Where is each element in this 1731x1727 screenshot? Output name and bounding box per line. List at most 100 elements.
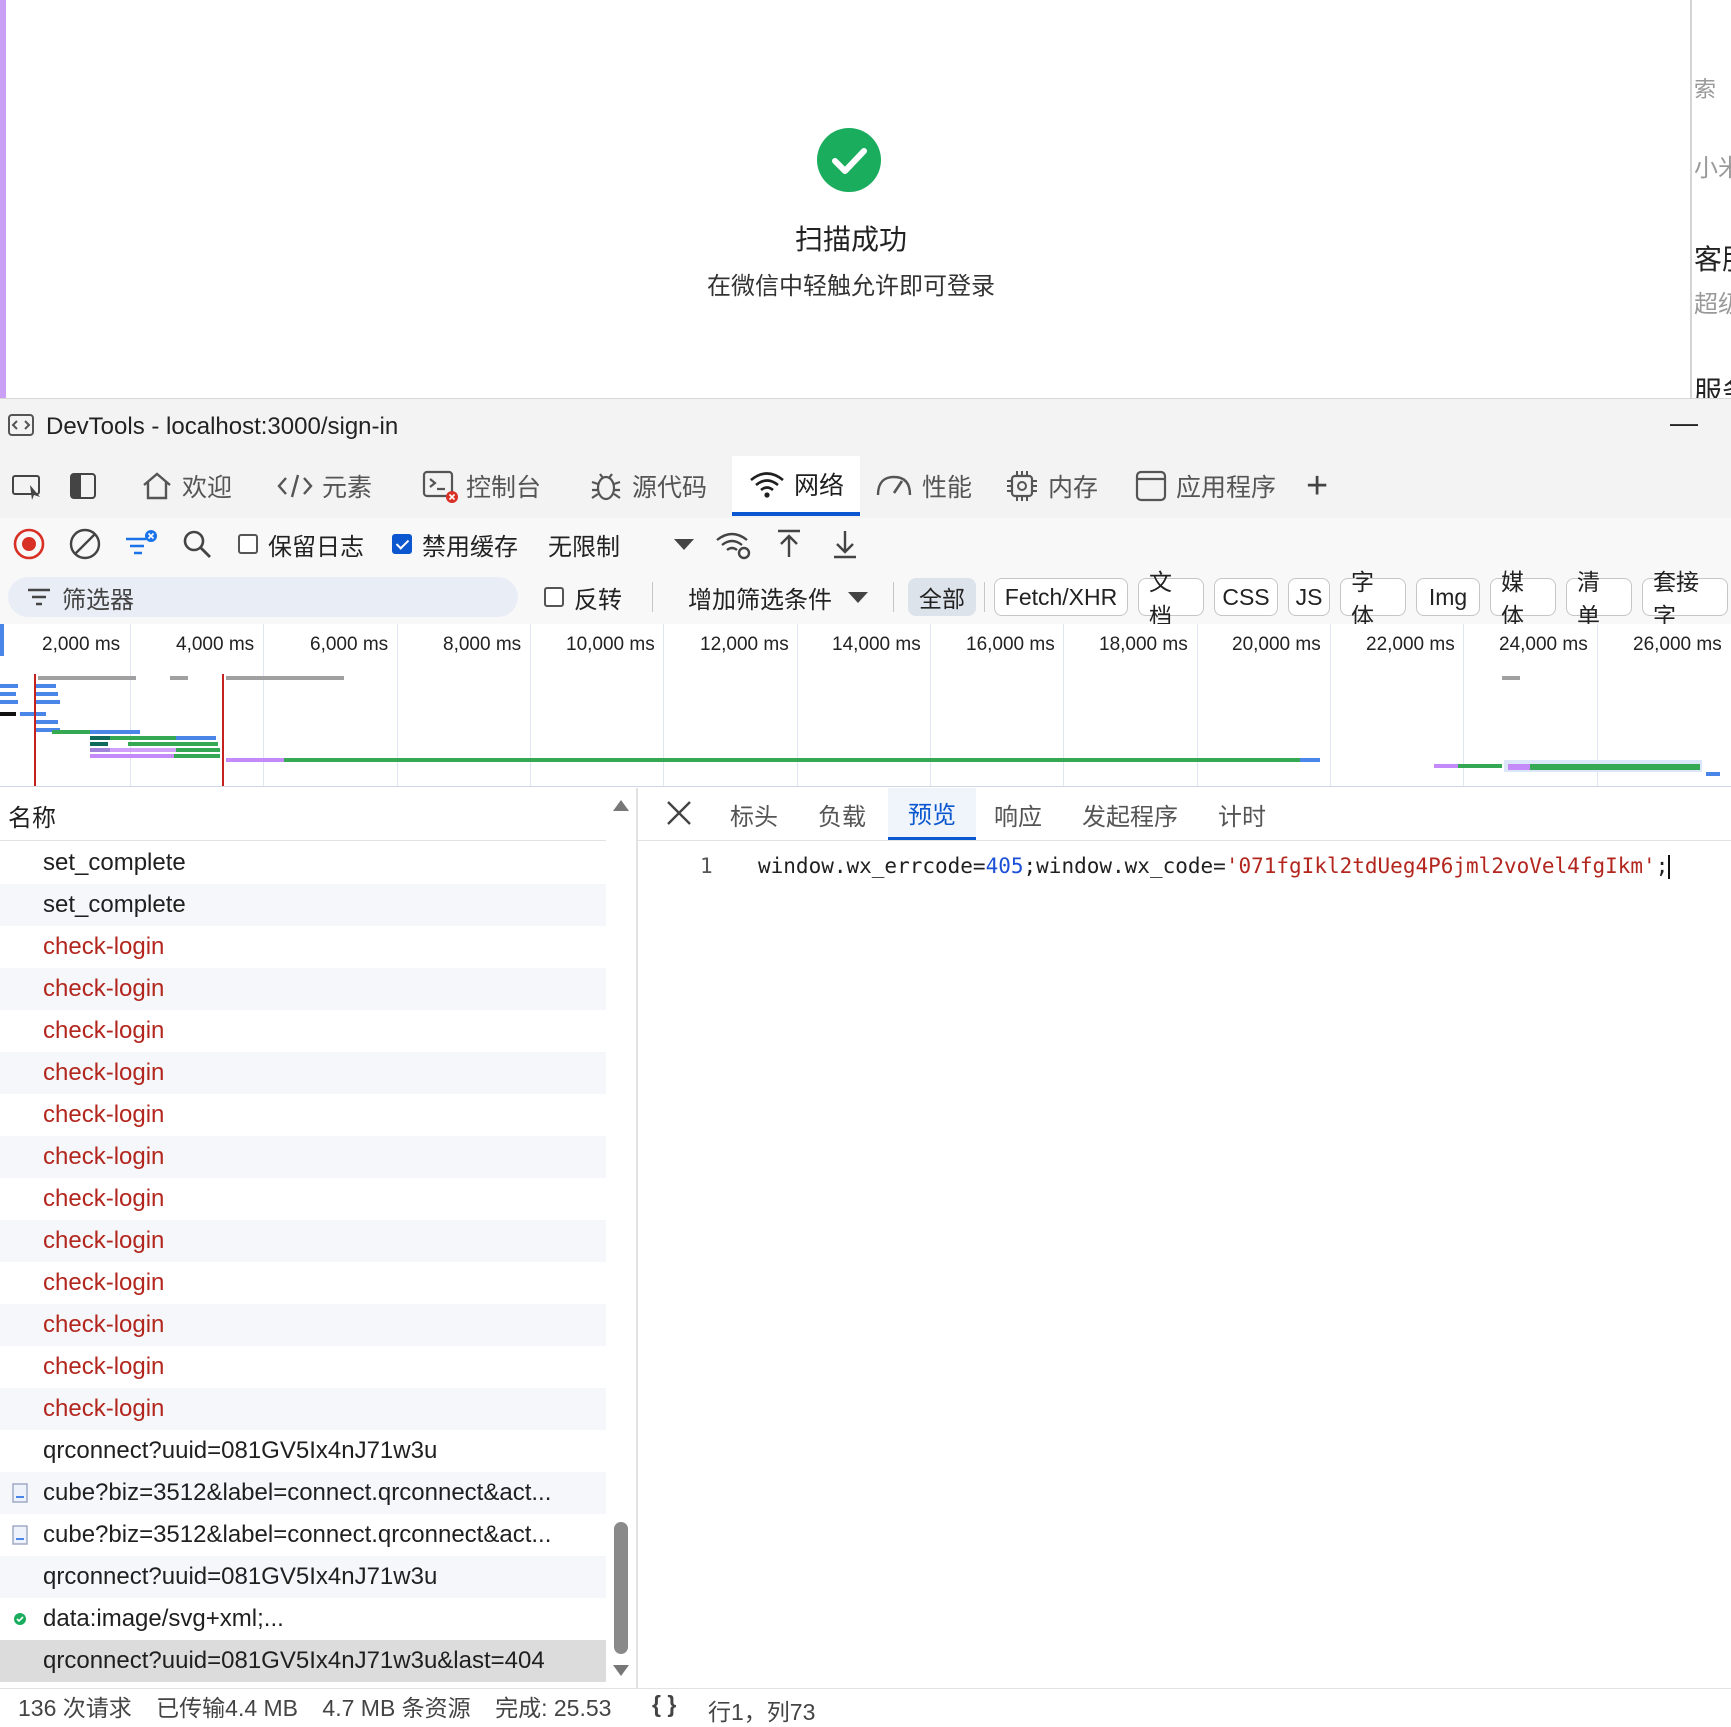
device-toolbar-icon[interactable] (68, 456, 106, 516)
tab-label: 控制台 (466, 474, 542, 502)
close-icon[interactable] (664, 798, 694, 833)
scrollbar-thumb[interactable] (614, 1522, 628, 1654)
tab-headers[interactable]: 标头 (730, 788, 778, 840)
timeline-handle[interactable] (0, 624, 4, 656)
text-cursor (1668, 855, 1671, 879)
invert-checkbox[interactable]: 反转 (544, 570, 622, 624)
detail-tabbar: 标头 负载 预览 响应 发起程序 计时 (638, 788, 1731, 841)
request-count: 136 次请求 (18, 1695, 132, 1721)
request-row[interactable]: check-login (0, 1220, 606, 1262)
web-page: 扫描成功 在微信中轻触允许即可登录 (0, 0, 1690, 398)
request-row[interactable]: check-login (0, 1052, 606, 1094)
request-row[interactable]: check-login (0, 1346, 606, 1388)
chip-fetch-xhr[interactable]: Fetch/XHR (994, 578, 1128, 616)
request-row[interactable]: data:image/svg+xml;... (0, 1598, 606, 1640)
timeline-tick-label: 26,000 ms (1633, 634, 1722, 655)
resource-size: 4.7 MB 条资源 (322, 1695, 471, 1721)
code-token: 405 (985, 854, 1024, 878)
chip-font[interactable]: 字体 (1340, 569, 1406, 629)
pretty-print-button[interactable]: { } (652, 1691, 676, 1718)
checkbox-box (392, 534, 412, 554)
clear-icon[interactable] (68, 518, 102, 570)
request-row[interactable]: check-login (0, 1388, 606, 1430)
tab-memory[interactable]: 内存 (1004, 456, 1098, 516)
line-number: 1 (700, 854, 713, 878)
tab-label: 源代码 (632, 474, 708, 502)
tab-preview[interactable]: 预览 (888, 788, 976, 840)
request-row[interactable]: set_complete (0, 842, 606, 884)
request-row[interactable]: check-login (0, 1304, 606, 1346)
throttle-select[interactable]: 无限制 (548, 518, 700, 570)
transferred-size: 已传输4.4 MB (156, 1695, 299, 1721)
more-tabs-button[interactable]: + (1306, 456, 1328, 516)
filter-input[interactable]: 筛选器 (8, 577, 518, 617)
file-icon (12, 1525, 28, 1545)
tab-timing[interactable]: 计时 (1218, 788, 1266, 840)
timeline-tick-label: 4,000 ms (176, 634, 255, 655)
request-name: check-login (43, 1059, 165, 1086)
request-row[interactable]: cube?biz=3512&label=connect.qrconnect&ac… (0, 1514, 606, 1556)
scroll-down-icon[interactable] (612, 1664, 630, 1678)
chip-doc[interactable]: 文档 (1138, 569, 1204, 629)
list-scrollbar[interactable] (606, 788, 636, 1688)
chip-websocket[interactable]: 套接字 (1642, 569, 1728, 629)
request-row[interactable]: check-login (0, 926, 606, 968)
scan-success-subtitle: 在微信中轻触允许即可登录 (707, 273, 995, 300)
preview-code[interactable]: 1 window.wx_errcode=405;window.wx_code='… (638, 842, 1731, 1688)
tab-network[interactable]: 网络 (732, 456, 860, 516)
request-name: qrconnect?uuid=081GV5Ix4nJ71w3u (43, 1437, 438, 1464)
tab-elements[interactable]: 元素 (276, 456, 372, 516)
tab-initiator[interactable]: 发起程序 (1082, 788, 1178, 840)
request-row[interactable]: check-login (0, 1094, 606, 1136)
filter-placeholder: 筛选器 (62, 586, 134, 614)
tab-application[interactable]: 应用程序 (1134, 456, 1276, 516)
minimize-button[interactable]: — (1670, 407, 1698, 439)
chip-all[interactable]: 全部 (908, 578, 976, 616)
bug-icon (591, 473, 621, 501)
tab-console[interactable]: 控制台 (422, 456, 541, 516)
disable-cache-checkbox[interactable]: 禁用缓存 (392, 518, 518, 570)
request-row[interactable]: qrconnect?uuid=081GV5Ix4nJ71w3u (0, 1556, 606, 1598)
chip-css[interactable]: CSS (1214, 578, 1278, 616)
request-row[interactable]: check-login (0, 1010, 606, 1052)
request-row[interactable]: qrconnect?uuid=081GV5Ix4nJ71w3u&last=404 (0, 1640, 606, 1682)
more-filters-dropdown[interactable]: 增加筛选条件 (688, 570, 870, 624)
request-row[interactable]: qrconnect?uuid=081GV5Ix4nJ71w3u (0, 1430, 606, 1472)
request-row[interactable]: set_complete (0, 884, 606, 926)
request-row[interactable]: check-login (0, 968, 606, 1010)
import-har-icon[interactable] (772, 518, 806, 570)
search-icon[interactable] (180, 518, 214, 570)
side-text: 小米 (1694, 155, 1731, 182)
chip-img[interactable]: Img (1416, 578, 1480, 616)
list-header[interactable]: 名称 (0, 788, 606, 841)
request-row[interactable]: cube?biz=3512&label=connect.qrconnect&ac… (0, 1472, 606, 1514)
tab-response[interactable]: 响应 (994, 788, 1042, 840)
network-conditions-icon[interactable] (714, 518, 754, 570)
green-dot-icon (14, 1613, 26, 1625)
inspect-element-icon[interactable] (10, 456, 52, 516)
code-line[interactable]: window.wx_errcode=405;window.wx_code='07… (758, 854, 1671, 879)
chip-manifest[interactable]: 清单 (1566, 569, 1632, 629)
request-name: check-login (43, 1269, 165, 1296)
filter-toggle-icon[interactable] (122, 518, 162, 570)
tab-performance[interactable]: 性能 (874, 456, 972, 516)
network-toolbar: 保留日志 禁用缓存 无限制 (0, 518, 1731, 571)
scroll-up-icon[interactable] (612, 798, 630, 812)
record-icon[interactable] (12, 518, 46, 570)
timeline-tick-label: 24,000 ms (1499, 634, 1588, 655)
tab-sources[interactable]: 源代码 (588, 456, 707, 516)
timeline-overview[interactable]: 2,000 ms 4,000 ms 6,000 ms 8,000 ms 10,0… (0, 624, 1731, 787)
timeline-tick-label: 20,000 ms (1232, 634, 1321, 655)
request-row[interactable]: check-login (0, 1262, 606, 1304)
chip-media[interactable]: 媒体 (1490, 569, 1556, 629)
preserve-log-checkbox[interactable]: 保留日志 (238, 518, 364, 570)
request-name: set_complete (43, 891, 186, 918)
export-har-icon[interactable] (828, 518, 862, 570)
tab-payload[interactable]: 负载 (818, 788, 866, 840)
request-name: check-login (43, 1227, 165, 1254)
tab-label: 网络 (793, 472, 844, 500)
request-row[interactable]: check-login (0, 1136, 606, 1178)
tab-welcome[interactable]: 欢迎 (140, 456, 232, 516)
request-row[interactable]: check-login (0, 1178, 606, 1220)
chip-js[interactable]: JS (1288, 578, 1330, 616)
